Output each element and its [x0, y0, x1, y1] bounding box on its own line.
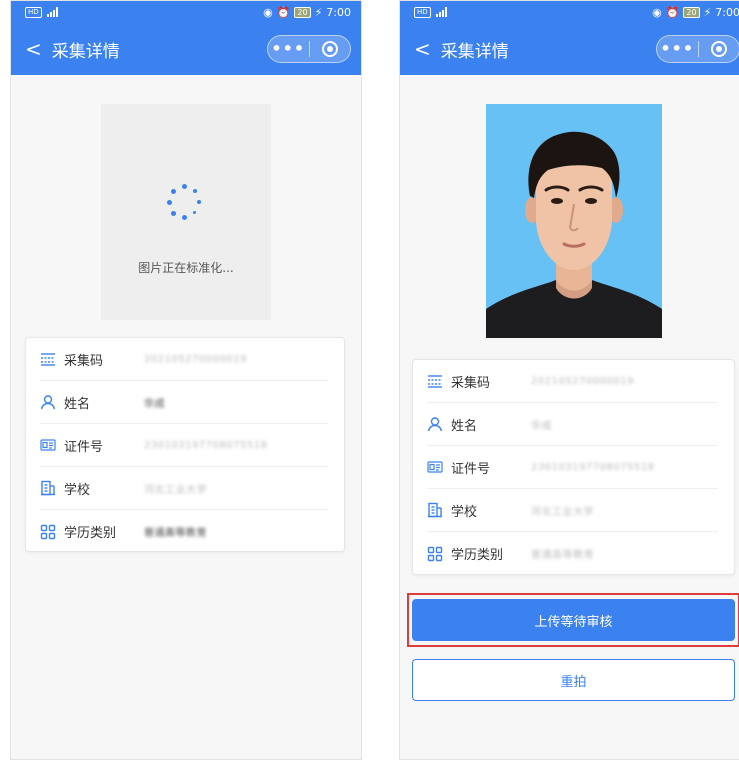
info-label: 证件号 [64, 439, 104, 455]
photo-placeholder: 图片正在标准化... [101, 104, 271, 320]
nav-bar: < 采集详情 ••• [400, 23, 739, 75]
info-card: 采集码 202105270000019 姓名 华成 证件号 2301031977… [412, 359, 735, 575]
info-row: 姓名 华成 [40, 381, 328, 424]
info-value: 普通高等教育 [531, 550, 594, 561]
phone-screen-loading: HD ◉ ⏰ 20 ⚡ 7:00 < 采集详情 ••• 图片正在标准化... 采… [10, 0, 362, 760]
info-row: 证件号 230103197708075518 [427, 446, 718, 489]
close-icon[interactable] [698, 41, 739, 57]
grid-icon [427, 546, 443, 562]
close-icon[interactable] [309, 41, 350, 57]
signal-icon [46, 7, 58, 17]
upload-for-review-button[interactable]: 上传等待审核 [412, 599, 735, 641]
info-row: 姓名 华成 [427, 403, 718, 446]
charging-icon: ⚡ [314, 5, 323, 19]
building-icon [40, 480, 56, 496]
mini-program-capsule: ••• [656, 35, 739, 63]
page-title: 采集详情 [440, 41, 509, 62]
more-icon[interactable]: ••• [268, 39, 309, 59]
grid-icon [40, 524, 56, 540]
info-label: 学历类别 [64, 526, 117, 541]
info-value: 230103197708075518 [531, 461, 655, 473]
alarm-icon: ⏰ [665, 5, 680, 19]
loading-text: 图片正在标准化... [138, 261, 234, 275]
eye-icon: ◉ [263, 5, 273, 19]
loading-spinner-icon [167, 184, 203, 220]
info-row: 学历类别 普通高等教育 [40, 510, 328, 553]
page-title: 采集详情 [51, 41, 120, 62]
person-icon [40, 394, 56, 410]
info-value: 普通高等教育 [144, 528, 207, 539]
info-row: 采集码 202105270000019 [427, 360, 718, 403]
info-row: 证件号 230103197708075518 [40, 424, 328, 467]
more-icon[interactable]: ••• [657, 39, 698, 59]
signal-icon [435, 7, 447, 17]
info-value: 202105270000019 [531, 375, 634, 387]
info-value: 河北工业大学 [531, 506, 594, 518]
status-bar: HD ◉ ⏰ 20 ⚡ 7:00 [11, 1, 361, 23]
id-card-icon [427, 459, 443, 475]
network-badge: HD [414, 6, 431, 18]
charging-icon: ⚡ [703, 5, 712, 19]
info-label: 姓名 [451, 418, 478, 434]
retake-button[interactable]: 重拍 [412, 659, 735, 701]
info-label: 采集码 [64, 353, 104, 369]
info-label: 学历类别 [451, 548, 504, 563]
info-row: 学历类别 普通高等教育 [427, 532, 718, 575]
mini-program-capsule: ••• [267, 35, 351, 63]
info-label: 证件号 [451, 461, 491, 477]
status-bar: HD ◉ ⏰ 20 ⚡ 7:00 [400, 1, 739, 23]
nav-bar: < 采集详情 ••• [11, 23, 361, 75]
info-label: 姓名 [64, 396, 91, 412]
barcode-icon [427, 373, 443, 389]
info-value: 河北工业大学 [144, 484, 207, 496]
barcode-icon [40, 351, 56, 367]
info-label: 采集码 [451, 375, 491, 391]
battery-icon: 20 [683, 6, 700, 18]
info-row: 采集码 202105270000019 [40, 338, 328, 381]
id-card-icon [40, 437, 56, 453]
status-time: 7:00 [715, 5, 739, 19]
id-photo [486, 104, 662, 338]
building-icon [427, 502, 443, 518]
status-time: 7:00 [326, 5, 351, 19]
battery-icon: 20 [294, 6, 311, 18]
back-icon[interactable]: < [25, 39, 42, 59]
back-icon[interactable]: < [414, 39, 431, 59]
info-card: 采集码 202105270000019 姓名 华成 证件号 2301031977… [25, 337, 345, 552]
info-value: 230103197708075518 [144, 439, 268, 451]
info-label: 学校 [64, 482, 91, 498]
info-value: 202105270000019 [144, 353, 247, 365]
person-icon [427, 416, 443, 432]
phone-screen-result: HD ◉ ⏰ 20 ⚡ 7:00 < 采集详情 ••• 采集码 20210527… [399, 0, 739, 760]
info-label: 学校 [451, 504, 478, 520]
info-row: 学校 河北工业大学 [427, 489, 718, 532]
alarm-icon: ⏰ [276, 5, 291, 19]
network-badge: HD [25, 6, 42, 18]
info-row: 学校 河北工业大学 [40, 467, 328, 510]
info-value: 华成 [531, 420, 552, 432]
eye-icon: ◉ [652, 5, 662, 19]
info-value: 华成 [144, 398, 165, 410]
